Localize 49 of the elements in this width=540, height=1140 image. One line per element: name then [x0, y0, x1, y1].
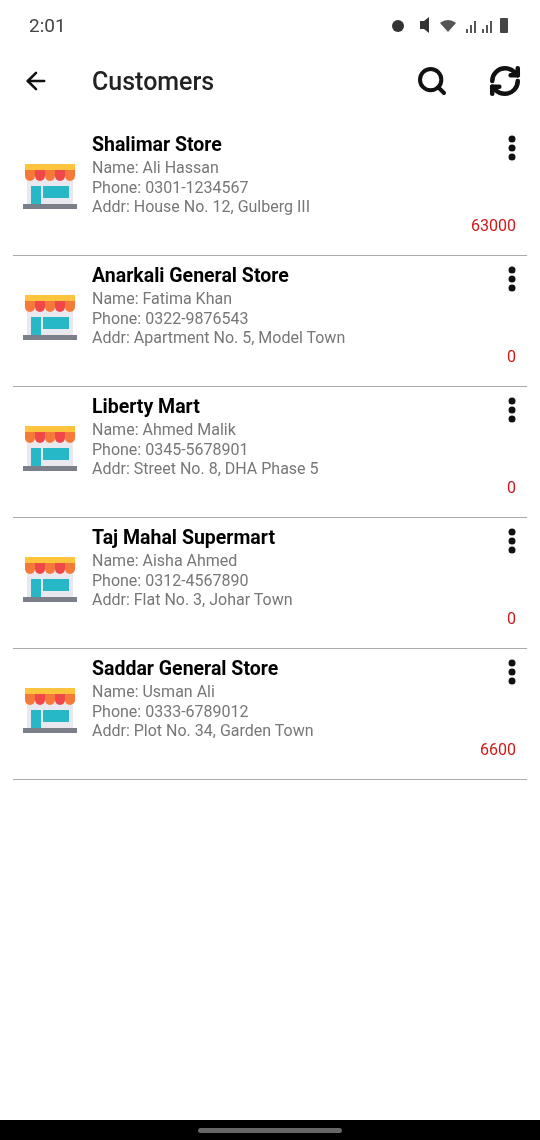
balance-amount: 0 — [507, 478, 516, 497]
more-icon — [508, 397, 516, 423]
customer-name: Name: Usman Ali — [92, 682, 216, 702]
store-name: Liberty Mart — [92, 394, 201, 420]
balance-amount: 63000 — [471, 216, 516, 235]
screen-title: Customers — [92, 66, 216, 96]
store-name: Taj Mahal Supermart — [92, 525, 276, 551]
customer-name: Name: Aisha Ahmed — [92, 551, 239, 571]
balance-amount: 0 — [507, 347, 516, 366]
balance-amount: 0 — [507, 609, 516, 628]
more-options-button[interactable] — [508, 135, 516, 161]
more-icon — [508, 659, 516, 685]
more-options-button[interactable] — [508, 266, 516, 292]
home-indicator[interactable] — [198, 1127, 342, 1133]
customer-row[interactable]: Anarkali General Store Name: Fatima Khan Phone: 0322-9876543 Addr: Apartment No. 5, Model Town 0 — [13, 256, 527, 387]
customer-name: Name: Ali Hassan — [92, 158, 220, 178]
signal-icon — [466, 21, 476, 33]
customer-phone: Phone: 0345-5678901 — [92, 439, 250, 460]
status-time: 2:01 — [29, 13, 66, 37]
customer-phone: Phone: 0322-9876543 — [92, 308, 250, 329]
wifi-icon — [440, 19, 456, 32]
customer-address: Addr: Apartment No. 5, Model Town — [92, 328, 347, 348]
refresh-button[interactable] — [488, 64, 522, 98]
more-options-button[interactable] — [508, 659, 516, 685]
signal-icon — [482, 21, 492, 33]
customer-address: Addr: Flat No. 3, Johar Town — [92, 590, 294, 610]
balance-amount: 6600 — [480, 740, 516, 759]
customer-address: Addr: House No. 12, Gulberg III — [92, 197, 311, 217]
store-name: Shalimar Store — [92, 132, 223, 158]
customer-phone: Phone: 0312-4567890 — [92, 570, 250, 591]
customer-row[interactable]: Liberty Mart Name: Ahmed Malik Phone: 0345-5678901 Addr: Street No. 8, DHA Phase 5 0 — [13, 387, 527, 518]
customer-name: Name: Ahmed Malik — [92, 420, 237, 440]
customer-row[interactable]: Saddar General Store Name: Usman Ali Phone: 0333-6789012 Addr: Plot No. 34, Garden Town 6600 — [13, 649, 527, 780]
store-name: Saddar General Store — [92, 656, 280, 682]
customer-address: Addr: Plot No. 34, Garden Town — [92, 721, 315, 741]
more-options-button[interactable] — [508, 397, 516, 423]
customer-row[interactable]: Shalimar Store Name: Ali Hassan Phone: 0301-1234567 Addr: House No. 12, Gulberg III 63000 — [13, 125, 527, 256]
customer-name: Name: Fatima Khan — [92, 289, 233, 309]
more-icon — [508, 528, 516, 554]
customer-phone: Phone: 0301-1234567 — [92, 177, 250, 198]
customer-row[interactable]: Taj Mahal Supermart Name: Aisha Ahmed Phone: 0312-4567890 Addr: Flat No. 3, Johar Town 0 — [13, 518, 527, 649]
more-options-button[interactable] — [508, 528, 516, 554]
more-icon — [508, 135, 516, 161]
customer-phone: Phone: 0333-6789012 — [92, 701, 250, 722]
customer-address: Addr: Street No. 8, DHA Phase 5 — [92, 459, 320, 479]
battery-icon — [500, 18, 508, 33]
search-button[interactable] — [416, 65, 448, 97]
more-icon — [508, 266, 516, 292]
store-name: Anarkali General Store — [92, 263, 290, 289]
